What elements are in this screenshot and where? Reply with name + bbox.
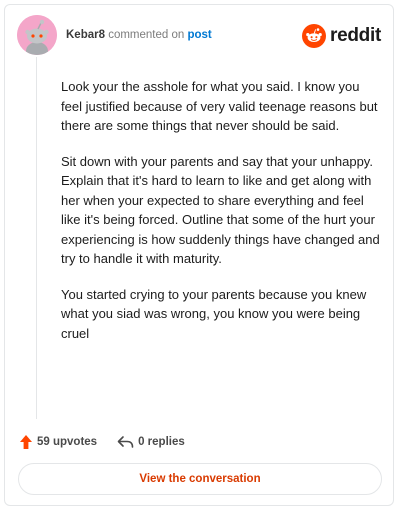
upvote-arrow-icon — [20, 435, 32, 449]
comment-actions: 59 upvotes 0 replies — [19, 432, 185, 452]
replies-count: 0 replies — [138, 436, 185, 448]
comment-paragraph: Sit down with your parents and say that … — [61, 153, 380, 267]
author-username[interactable]: Kebar8 — [66, 29, 105, 41]
replies-button[interactable]: 0 replies — [117, 435, 185, 449]
comment-meta: Kebar8 commented on post — [66, 27, 212, 43]
post-link[interactable]: post — [187, 29, 211, 41]
view-conversation-button[interactable]: View the conversation — [18, 463, 382, 495]
comment-card: Kebar8 commented on post reddit Look you… — [4, 4, 394, 506]
reddit-snoo-logo-icon — [302, 24, 327, 48]
upvote-button[interactable]: 59 upvotes — [19, 434, 97, 450]
thread-line — [36, 57, 37, 419]
upvotes-count: 59 upvotes — [37, 436, 98, 448]
avatar[interactable] — [17, 15, 57, 55]
comment-body: Look your the asshole for what you said.… — [61, 77, 381, 359]
comment-paragraph: Look your the asshole for what you said.… — [61, 79, 378, 133]
comment-header: Kebar8 commented on post reddit — [17, 15, 383, 55]
snoo-avatar-icon — [17, 15, 57, 55]
reddit-logo[interactable]: reddit — [302, 24, 381, 48]
reply-arrow-icon — [117, 436, 134, 448]
action-text: commented on — [108, 29, 185, 41]
brand-wordmark: reddit — [330, 25, 381, 46]
comment-paragraph: You started crying to your parents becau… — [61, 286, 367, 341]
